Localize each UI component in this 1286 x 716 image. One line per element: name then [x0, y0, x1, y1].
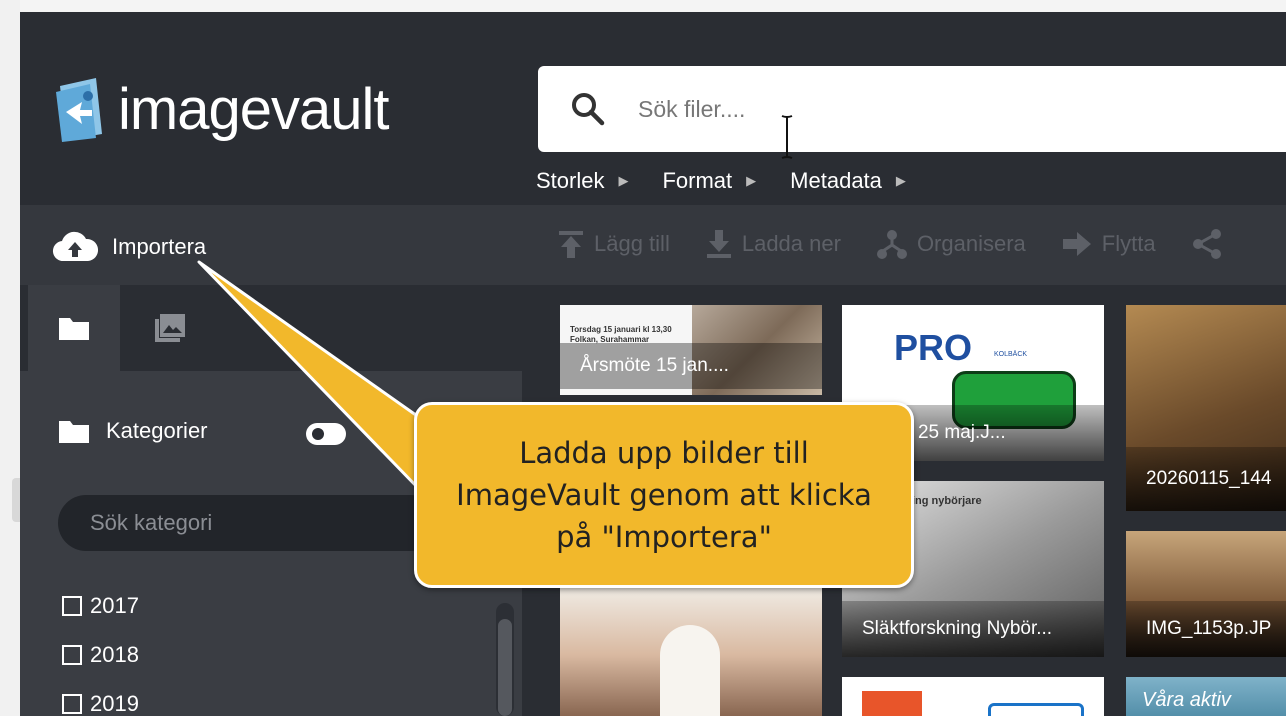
year-label: 2019 — [90, 690, 139, 716]
checkbox[interactable] — [62, 595, 82, 616]
image-card[interactable]: 20260115_144 — [1126, 305, 1286, 511]
sidebar-tabs — [20, 285, 522, 371]
upload-arrow-icon — [559, 231, 583, 258]
sidebar-scrollbar-thumb[interactable] — [498, 619, 512, 716]
download-icon — [706, 230, 731, 258]
year-item-2017[interactable]: 2017 — [62, 581, 139, 630]
slakt-title-text: ing nybörjare — [912, 495, 982, 507]
imagevault-logo[interactable]: imagevault — [52, 74, 389, 144]
pro-logo-text: PRO — [894, 327, 973, 368]
checkbox[interactable] — [62, 693, 82, 714]
image-card-label: Årsmöte 15 jan.... — [560, 343, 822, 389]
year-item-2018[interactable]: 2018 — [62, 630, 139, 679]
image-card-label: 20260115_144 — [1126, 447, 1286, 511]
year-item-2019[interactable]: 2019 — [62, 679, 139, 716]
filter-metadata[interactable]: Metadata ▶ — [790, 168, 906, 194]
categories-header[interactable]: Kategorier — [58, 418, 208, 444]
image-card[interactable] — [560, 585, 822, 716]
tooltip-callout: Ladda upp bilder till ImageVault genom a… — [414, 402, 914, 588]
brand-name: imagevault — [118, 76, 389, 142]
image-card[interactable]: Torsdag 15 januari kl 13,30 Folkan, Sura… — [560, 305, 822, 395]
add-button[interactable]: Lägg till — [558, 229, 670, 259]
filter-bar: Storlek ▶ Format ▶ Metadata ▶ — [536, 168, 940, 194]
imagevault-app: imagevault Storlek ▶ Format ▶ Metadata ▶ Im… — [20, 12, 1286, 716]
callout-text: Ladda upp bilder till ImageVault genom a… — [456, 436, 872, 554]
action-bar: Lägg till Ladda ner Organisera Flytta — [558, 229, 1268, 259]
download-label: Ladda ner — [741, 231, 841, 256]
organize-icon — [876, 230, 907, 259]
images-icon — [155, 314, 185, 342]
folder-icon — [59, 421, 89, 443]
year-list: 2017 2018 2019 — [62, 581, 139, 716]
image-card[interactable]: IMG_1153p.JP — [1126, 531, 1286, 657]
folder-icon — [59, 318, 89, 340]
search-bar[interactable] — [538, 66, 1286, 152]
move-label: Flytta — [1101, 231, 1156, 256]
search-icon — [572, 93, 605, 126]
search-input[interactable] — [636, 94, 1140, 124]
arrow-right-icon — [1062, 232, 1091, 256]
lucia-figure — [660, 625, 720, 716]
toolbar: Importera Lägg till Ladda ner Organisera… — [20, 205, 1286, 285]
image-card[interactable]: Våra aktiv — [1126, 677, 1286, 716]
checkbox[interactable] — [62, 644, 82, 665]
thumb-caption: Våra aktiv — [1142, 689, 1231, 711]
pro-sub-text: KOLBÄCK — [994, 351, 1028, 358]
categories-label: Kategorier — [106, 418, 208, 443]
image-card-label: Släktforskning Nybör... — [842, 601, 1104, 657]
move-button[interactable]: Flytta — [1062, 229, 1156, 259]
caret-right-icon: ▶ — [895, 173, 906, 188]
share-button[interactable] — [1192, 229, 1232, 259]
filter-format[interactable]: Format ▶ — [662, 168, 756, 194]
image-card-label: IMG_1153p.JP — [1126, 601, 1286, 657]
filter-storlek[interactable]: Storlek ▶ — [536, 168, 628, 194]
tab-images[interactable] — [124, 285, 216, 371]
organize-button[interactable]: Organisera — [876, 229, 1026, 259]
categories-toggle[interactable] — [306, 423, 346, 445]
import-label: Importera — [112, 234, 207, 259]
thumb-block — [988, 703, 1084, 716]
caret-right-icon: ▶ — [618, 173, 629, 188]
share-icon — [1192, 229, 1221, 259]
header: imagevault Storlek ▶ Format ▶ Metadata ▶ — [20, 12, 1286, 205]
add-label: Lägg till — [594, 231, 670, 256]
download-button[interactable]: Ladda ner — [706, 229, 841, 259]
year-label: 2018 — [90, 641, 139, 667]
caret-right-icon: ▶ — [746, 173, 757, 188]
category-search[interactable] — [58, 495, 438, 551]
tab-folders[interactable] — [28, 285, 120, 371]
thumb-block — [862, 691, 922, 716]
image-card[interactable] — [842, 677, 1104, 716]
filter-label: Format — [662, 168, 733, 193]
organize-label: Organisera — [916, 231, 1026, 256]
import-button[interactable]: Importera — [52, 231, 206, 263]
year-label: 2017 — [90, 592, 139, 618]
window-edge — [0, 0, 20, 716]
category-search-input[interactable] — [88, 509, 392, 537]
text-cursor-icon — [781, 115, 793, 159]
filter-label: Metadata — [790, 168, 882, 193]
logo-mark-icon — [56, 78, 102, 142]
cloud-upload-icon — [53, 231, 98, 262]
filter-label: Storlek — [536, 168, 605, 193]
poster-text: Torsdag 15 januari kl 13,30 Folkan, Sura… — [570, 325, 672, 344]
